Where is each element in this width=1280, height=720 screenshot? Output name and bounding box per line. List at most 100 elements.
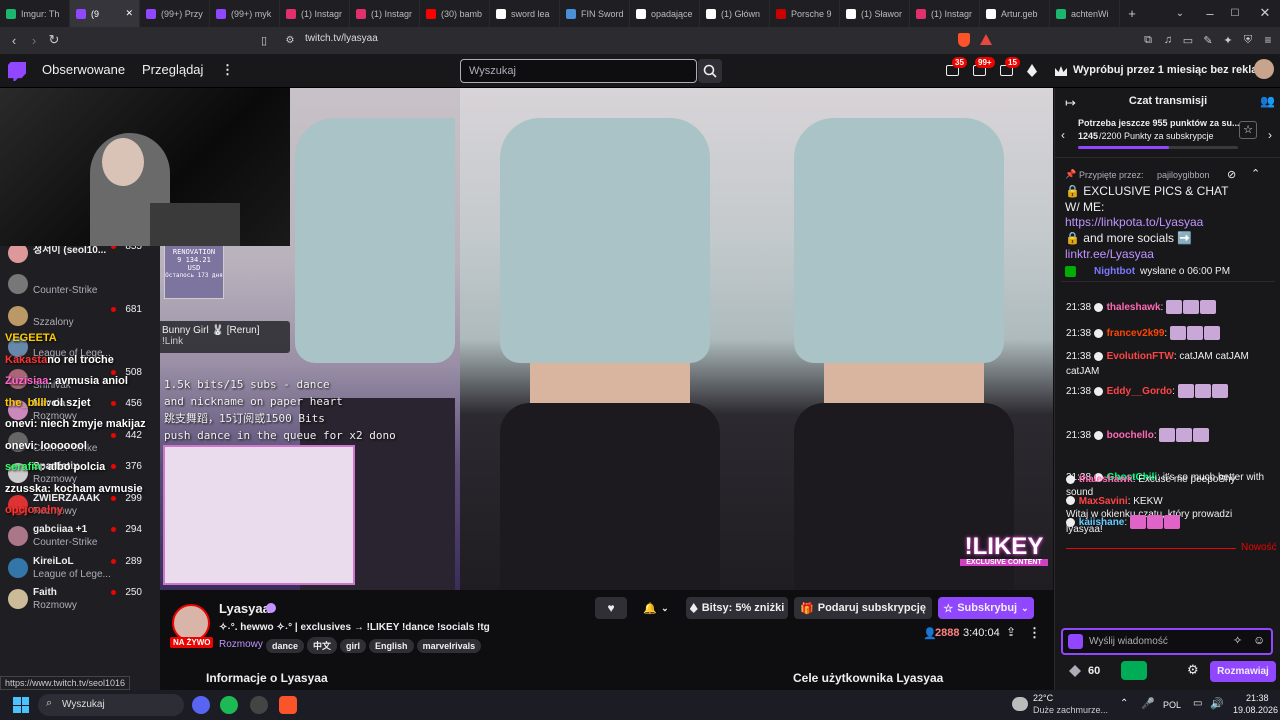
pinned-link-1[interactable]: https://linkpota.to/Lyasyaa xyxy=(1065,215,1203,229)
chat-username[interactable]: kaiishane xyxy=(1079,517,1125,528)
user-avatar[interactable] xyxy=(1254,59,1274,79)
browser-tab[interactable]: (1) Instagr xyxy=(350,0,420,27)
browser-tab[interactable]: (9 ✕ xyxy=(70,0,140,27)
chat-input[interactable]: Wyślij wiadomość ✧ ☺ xyxy=(1061,628,1273,655)
emote-icon[interactable]: ☺ xyxy=(1253,633,1265,647)
chat-message[interactable]: 21:38 EvolutionFTW: catJAM catJAM catJAM xyxy=(1066,349,1271,379)
browser-tab[interactable]: sword lea xyxy=(490,0,560,27)
browser-tab[interactable]: (1) Sławor xyxy=(840,0,910,27)
browser-tab[interactable]: (1) Główn xyxy=(700,0,770,27)
more-menu-icon[interactable]: ⋮ xyxy=(221,62,234,78)
clock-time[interactable]: 21:38 xyxy=(1246,693,1269,703)
browser-tab[interactable]: Porsche 9 xyxy=(770,0,840,27)
chat-message[interactable]: 21:38 thaleshawk: xyxy=(1066,300,1271,315)
new-tab-button[interactable]: + xyxy=(1122,3,1142,23)
weather-desc[interactable]: Duże zachmurze... xyxy=(1033,705,1108,715)
share-icon[interactable]: ⇪ xyxy=(1006,625,1016,639)
browser-tab[interactable]: (99+) myk xyxy=(210,0,280,27)
chat-username[interactable]: thaleshawk xyxy=(1107,302,1161,313)
browser-tab[interactable]: (30) bamb xyxy=(420,0,490,27)
browser-tab[interactable]: Imgur: Th xyxy=(0,0,70,27)
network-icon[interactable]: ▭ xyxy=(1193,698,1202,709)
weather-temp[interactable]: 22°C xyxy=(1033,693,1053,703)
clock-date[interactable]: 19.08.2026 xyxy=(1233,705,1278,715)
tag[interactable]: marvelrivals xyxy=(416,639,482,653)
url-text[interactable]: twitch.tv/lyasyaa xyxy=(305,33,378,44)
chat-username[interactable]: boochello xyxy=(1107,430,1154,441)
chat-message[interactable]: 21:38 boochello: xyxy=(1066,428,1271,443)
bonus-chest-button[interactable] xyxy=(1121,661,1147,680)
menu-icon[interactable]: ≡ xyxy=(1258,30,1278,50)
gift-sub-button[interactable]: 🎁 Podaruj subskrypcję xyxy=(794,597,932,619)
chat-username[interactable]: MaxSavini xyxy=(1079,496,1128,507)
brave-shield-icon[interactable] xyxy=(958,33,970,47)
chat-username[interactable]: Eddy__Gordo xyxy=(1107,386,1173,397)
notifications-toggle-button[interactable]: 🔔 ⌄ xyxy=(634,597,678,619)
minimize-icon[interactable]: – xyxy=(1200,3,1220,23)
close-window-icon[interactable]: ✕ xyxy=(1255,3,1275,23)
subscribe-button[interactable]: ☆ Subskrybuj ⌄ xyxy=(938,597,1034,619)
tag[interactable]: dance xyxy=(266,639,305,653)
video-player[interactable]: RENOVATION 9 134.21 USD Осталось 173 дня… xyxy=(160,88,1053,590)
browser-tab[interactable]: FIN Sword xyxy=(560,0,630,27)
browser-tab[interactable]: Artur.geb xyxy=(980,0,1050,27)
maximize-icon[interactable]: ☐ xyxy=(1225,3,1245,23)
settings-icon[interactable]: ⚙ xyxy=(1187,662,1199,678)
search-button[interactable] xyxy=(698,59,722,83)
streamer-name[interactable]: Lyasyaa xyxy=(219,601,270,616)
tray-chevron-icon[interactable]: ⌃ xyxy=(1120,698,1128,709)
goal-star-icon[interactable]: ☆ xyxy=(1239,121,1257,139)
reload-icon[interactable]: ↻ xyxy=(44,30,64,50)
volume-icon[interactable]: 🔊 xyxy=(1210,697,1224,710)
windows-start-icon[interactable] xyxy=(13,697,29,713)
taskbar-search[interactable]: ⌕ Wyszukaj xyxy=(38,694,184,716)
back-icon[interactable]: ‹ xyxy=(4,30,24,50)
sidebar-icon[interactable]: ▭ xyxy=(1178,30,1198,50)
chat-message[interactable]: MaxSavini: KEKW xyxy=(1066,494,1271,509)
extensions-icon[interactable]: ⧉ xyxy=(1138,30,1158,50)
prime-offer-link[interactable]: Wypróbuj przez 1 miesiąc bez reklam xyxy=(1073,64,1267,76)
brave-taskbar-icon[interactable] xyxy=(279,696,297,714)
browser-tab[interactable]: (1) Instagr xyxy=(280,0,350,27)
chat-username[interactable]: thaleshawk xyxy=(1079,474,1133,485)
mic-icon[interactable]: 🎤 xyxy=(1141,697,1155,710)
tab-list-chevron-icon[interactable]: ⌄ xyxy=(1170,3,1190,23)
sidebar-channel[interactable]: Faith Rozmowy 250 xyxy=(0,579,160,621)
bits-button[interactable]: Bitsy: 5% zniżki xyxy=(686,597,788,619)
goal-prev-icon[interactable]: ‹ xyxy=(1061,128,1065,142)
pinned-link-2[interactable]: linktr.ee/Lyasyaa xyxy=(1065,247,1154,261)
twitch-logo-icon[interactable] xyxy=(8,62,26,81)
spotify-icon[interactable] xyxy=(220,696,238,714)
tag[interactable]: English xyxy=(369,639,414,653)
follow-button[interactable]: ♥ xyxy=(595,597,627,619)
channel-points-icon[interactable] xyxy=(1069,665,1081,677)
chatgpt-icon[interactable] xyxy=(250,696,268,714)
tag[interactable]: girl xyxy=(340,639,367,653)
chat-message[interactable]: thaleshawk: Excuse me peepoShy xyxy=(1066,472,1271,487)
collapse-pin-icon[interactable]: ⌃ xyxy=(1251,167,1260,180)
nav-following[interactable]: Obserwowane xyxy=(42,62,125,77)
close-tab-icon[interactable]: ✕ xyxy=(125,8,133,19)
bits-icon[interactable] xyxy=(1027,64,1037,77)
goal-next-icon[interactable]: › xyxy=(1268,128,1272,142)
chat-message[interactable]: kaiishane: xyxy=(1066,515,1271,530)
browser-tab[interactable]: opadające xyxy=(630,0,700,27)
chat-username[interactable]: EvolutionFTW xyxy=(1107,351,1174,362)
leo-icon[interactable]: ✦ xyxy=(1218,30,1238,50)
rewards-icon[interactable] xyxy=(980,34,992,45)
vpn-icon[interactable]: ⛨ xyxy=(1238,30,1258,50)
browser-tab[interactable]: (99+) Przy xyxy=(140,0,210,27)
nav-browse[interactable]: Przeglądaj xyxy=(142,62,203,77)
tag[interactable]: 中文 xyxy=(307,637,338,654)
browser-tab[interactable]: (1) Instagr xyxy=(910,0,980,27)
users-icon[interactable]: 👥 xyxy=(1260,94,1275,108)
more-options-icon[interactable]: ⋮ xyxy=(1028,625,1041,641)
browser-tab[interactable]: achtenWi xyxy=(1050,0,1120,27)
discord-icon[interactable] xyxy=(192,696,210,714)
channel-points-avatar-icon[interactable] xyxy=(1068,634,1083,649)
wallet-icon[interactable]: ✎ xyxy=(1198,30,1218,50)
search-input[interactable]: Wyszukaj xyxy=(460,59,697,83)
chat-username[interactable]: francev2k99 xyxy=(1107,328,1165,339)
media-icon[interactable]: ♫ xyxy=(1158,30,1178,50)
hide-pin-icon[interactable]: ⊘ xyxy=(1227,168,1236,181)
